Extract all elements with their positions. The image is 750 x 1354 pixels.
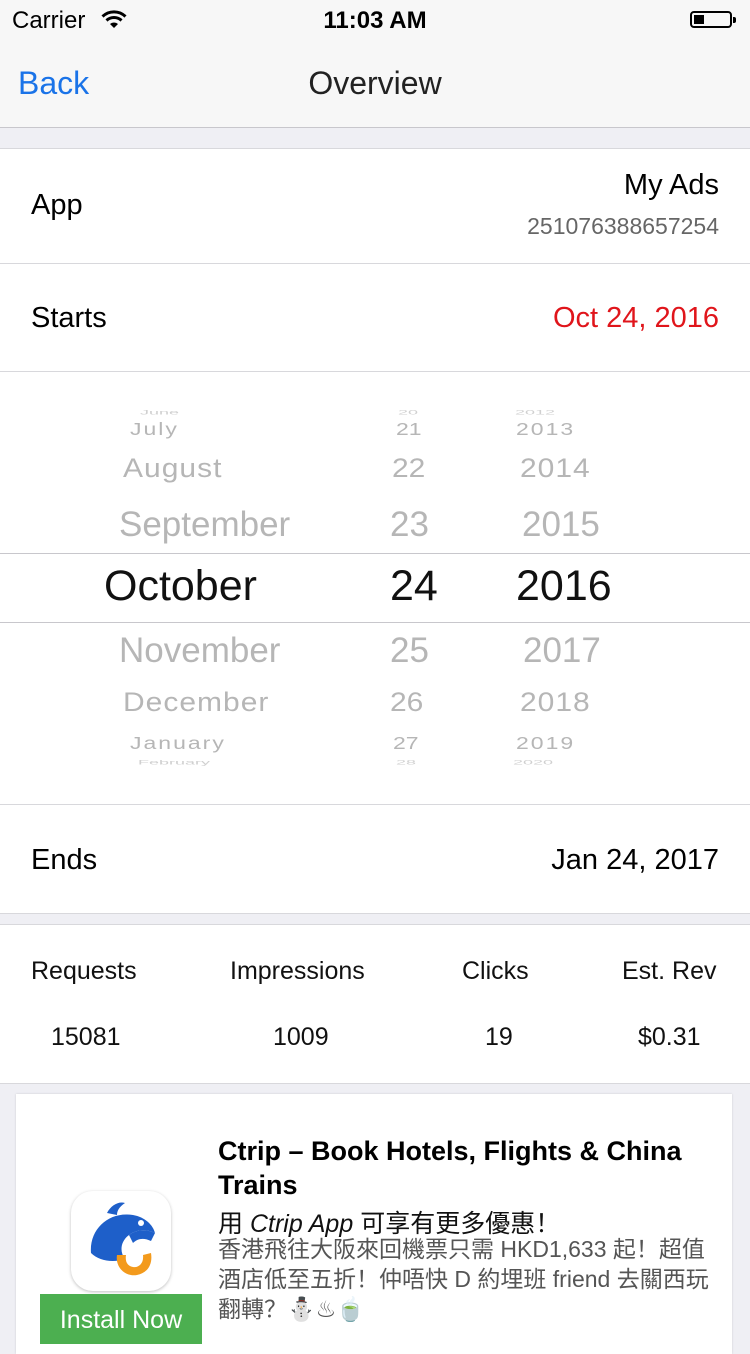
starts-row[interactable]: Starts Oct 24, 2016 bbox=[0, 264, 750, 371]
ad-body: 香港飛往大阪來回機票只需 HKD1,633 起！超值酒店低至五折！仲唔快 D 約… bbox=[218, 1236, 709, 1322]
picker-day[interactable]: 21 bbox=[396, 419, 422, 439]
picker-month[interactable]: December bbox=[123, 688, 269, 719]
picker-year[interactable]: 2019 bbox=[516, 733, 575, 753]
picker-month[interactable]: August bbox=[123, 454, 222, 485]
ad-card[interactable]: Install Now Ctrip – Book Hotels, Flights… bbox=[16, 1094, 732, 1354]
stat-value-clicks: 19 bbox=[485, 1023, 513, 1051]
picker-day[interactable]: 27 bbox=[393, 733, 419, 753]
app-label: App bbox=[31, 189, 83, 221]
picker-day[interactable]: 20 bbox=[398, 409, 418, 416]
picker-year[interactable]: 2015 bbox=[522, 505, 600, 545]
status-bar: Carrier 11:03 AM bbox=[0, 0, 750, 40]
picker-day-selected[interactable]: 24 bbox=[390, 562, 438, 611]
stat-value-est-rev: $0.31 bbox=[638, 1023, 701, 1051]
picker-month[interactable]: January bbox=[130, 733, 226, 753]
page-title: Overview bbox=[308, 65, 442, 101]
picker-selection-top bbox=[0, 553, 750, 554]
ends-row[interactable]: Ends Jan 24, 2017 bbox=[0, 805, 750, 913]
ends-value: Jan 24, 2017 bbox=[551, 844, 719, 876]
stat-value-impressions: 1009 bbox=[273, 1023, 329, 1051]
picker-selection-bottom bbox=[0, 622, 750, 623]
stat-header-impressions: Impressions bbox=[230, 957, 365, 985]
navigation-bar: Back Overview bbox=[0, 40, 750, 128]
picker-month[interactable]: September bbox=[119, 505, 290, 545]
starts-label: Starts bbox=[31, 302, 107, 334]
stat-header-est-rev: Est. Rev bbox=[622, 957, 717, 985]
app-id: 251076388657254 bbox=[527, 213, 719, 239]
picker-day[interactable]: 26 bbox=[390, 688, 423, 719]
stat-value-requests: 15081 bbox=[51, 1023, 121, 1051]
picker-day[interactable]: 25 bbox=[390, 631, 429, 671]
stats-group: Requests Impressions Clicks Est. Rev 150… bbox=[0, 924, 750, 1084]
picker-year[interactable]: 2012 bbox=[515, 409, 555, 416]
app-row[interactable]: App My Ads 251076388657254 bbox=[0, 149, 750, 263]
picker-year[interactable]: 2013 bbox=[516, 419, 575, 439]
picker-year[interactable]: 2017 bbox=[523, 631, 601, 671]
picker-year-selected[interactable]: 2016 bbox=[516, 562, 612, 611]
ctrip-dolphin-icon[interactable] bbox=[71, 1191, 171, 1291]
picker-day[interactable]: 23 bbox=[390, 505, 429, 545]
status-time: 11:03 AM bbox=[323, 7, 427, 34]
picker-year[interactable]: 2014 bbox=[520, 454, 591, 485]
picker-day[interactable]: 22 bbox=[392, 454, 425, 485]
install-now-button[interactable]: Install Now bbox=[40, 1294, 202, 1344]
battery-icon bbox=[690, 11, 736, 28]
picker-month-selected[interactable]: October bbox=[104, 562, 257, 611]
picker-month[interactable]: November bbox=[119, 631, 280, 671]
app-name: My Ads bbox=[623, 169, 719, 201]
picker-day[interactable]: 28 bbox=[396, 759, 416, 766]
ends-label: Ends bbox=[31, 844, 98, 876]
picker-month[interactable]: June bbox=[140, 409, 179, 416]
date-picker[interactable]: June July August September October Novem… bbox=[0, 372, 750, 804]
picker-month[interactable]: July bbox=[130, 419, 179, 439]
picker-month[interactable]: February bbox=[138, 759, 210, 766]
stat-header-requests: Requests bbox=[31, 957, 137, 985]
stat-header-clicks: Clicks bbox=[462, 957, 529, 985]
starts-value: Oct 24, 2016 bbox=[552, 302, 719, 334]
picker-year[interactable]: 2020 bbox=[513, 759, 553, 766]
ad-title[interactable]: Ctrip – Book Hotels, Flights & China Tra… bbox=[218, 1134, 698, 1202]
picker-year[interactable]: 2018 bbox=[520, 688, 591, 719]
